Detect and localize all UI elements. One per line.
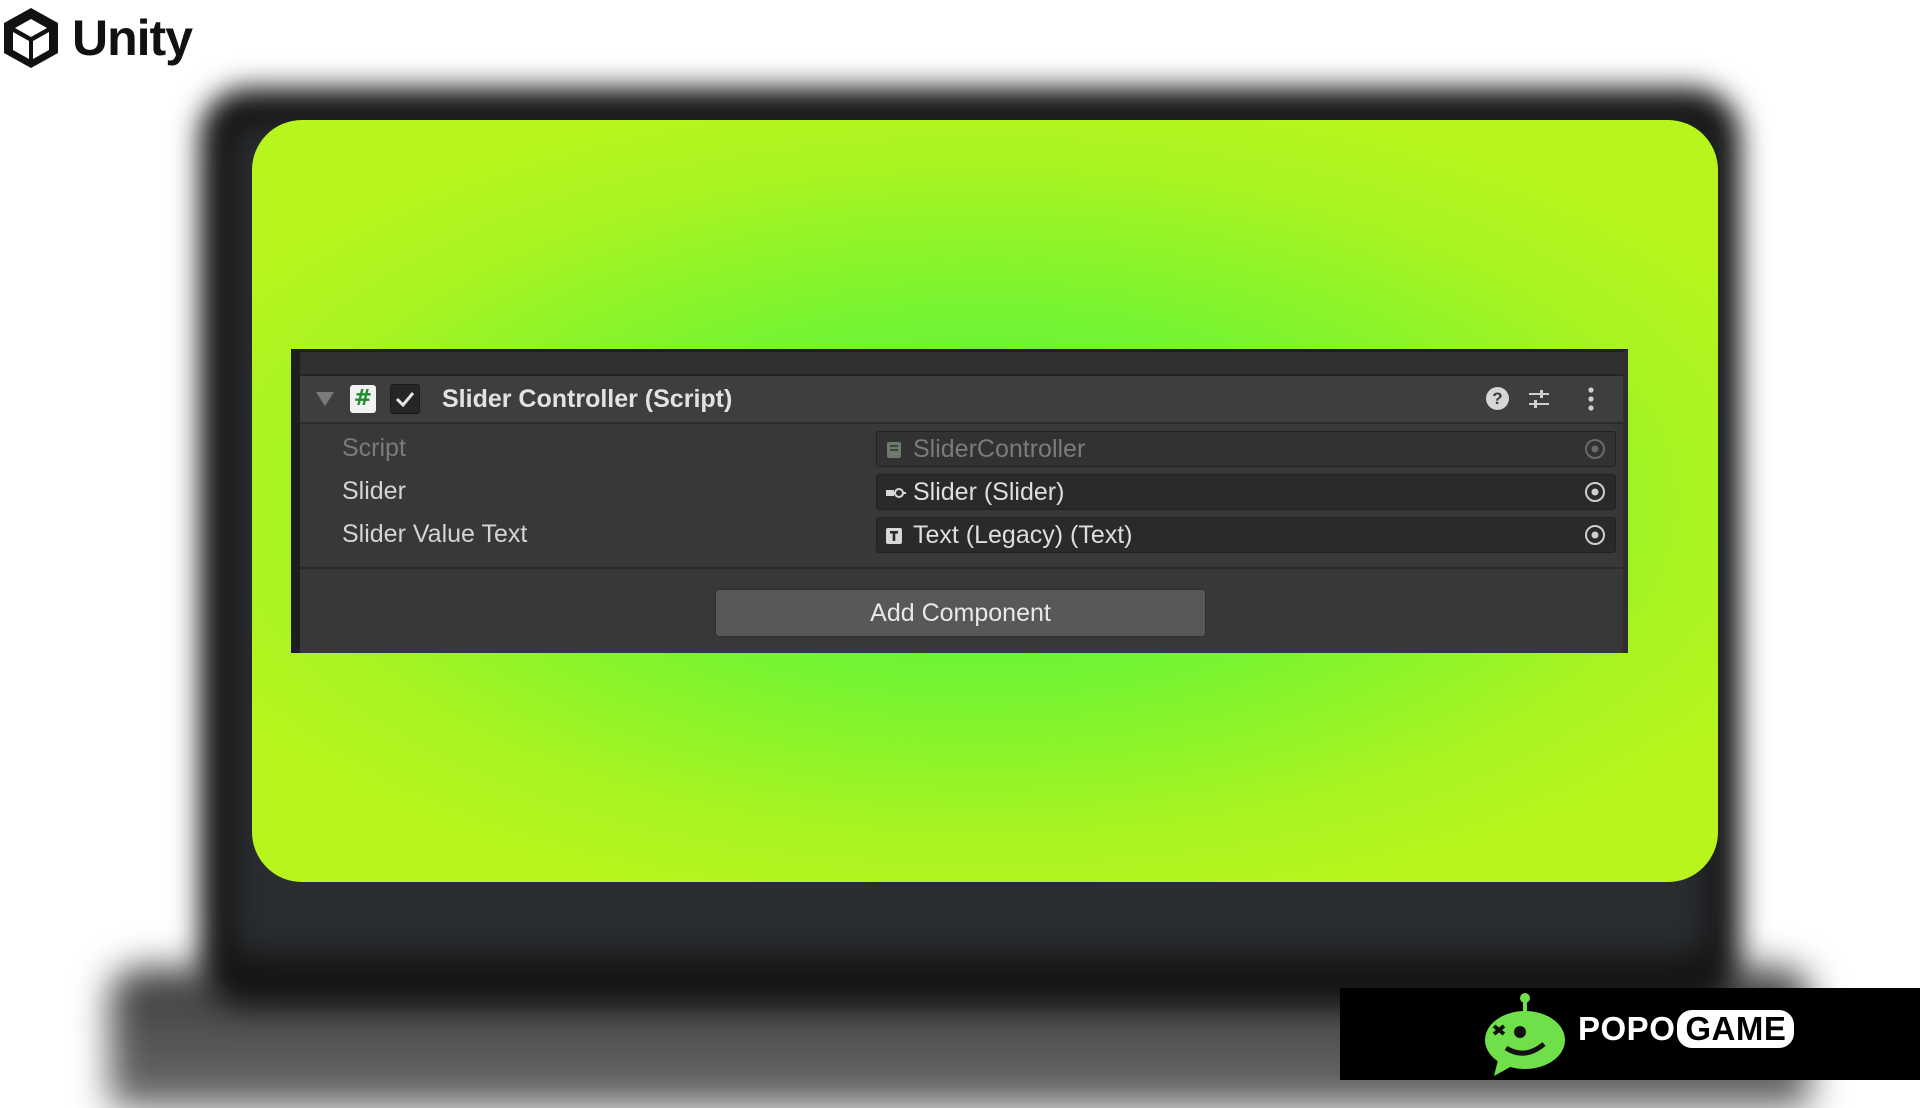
field-label: Script (342, 434, 406, 462)
object-picker-icon[interactable] (1583, 480, 1607, 504)
field-value: SliderController (913, 435, 1086, 463)
text-component-icon (886, 528, 902, 544)
add-component-button[interactable]: Add Component (715, 589, 1206, 637)
field-row-slider: Slider Slider (Slider) (300, 470, 1623, 513)
unity-logo: Unity (0, 0, 193, 76)
field-row-slider-value-text: Slider Value Text Text (Legacy) (Text) (300, 513, 1623, 556)
component-enabled-checkbox[interactable] (390, 384, 420, 414)
brand-game: GAME (1677, 1010, 1795, 1048)
field-row-script: Script SliderController (300, 427, 1623, 470)
settings-sliders-icon[interactable] (1527, 387, 1551, 411)
previous-component-strip (300, 352, 1623, 376)
popogame-watermark: POPO GAME (1340, 988, 1920, 1080)
brand-popo: POPO (1578, 1010, 1676, 1047)
object-field-script: SliderController (876, 431, 1616, 467)
more-vertical-icon[interactable] (1587, 386, 1595, 412)
unity-cube-icon (4, 8, 58, 68)
popogame-wordmark: POPO GAME (1578, 1010, 1795, 1048)
inspector-panel: # Slider Controller (Script) ? Script Sl… (291, 349, 1628, 653)
component-header[interactable]: # Slider Controller (Script) ? (300, 376, 1623, 424)
checkmark-icon (395, 392, 415, 408)
hash-icon: # (350, 385, 376, 413)
script-asset-icon (887, 442, 901, 458)
field-value: Text (Legacy) (Text) (913, 521, 1133, 549)
object-picker-icon (1585, 439, 1605, 459)
object-picker-icon[interactable] (1583, 523, 1607, 547)
help-icon[interactable]: ? (1486, 387, 1509, 410)
field-label: Slider Value Text (342, 520, 528, 548)
field-label: Slider (342, 477, 406, 505)
divider (300, 567, 1623, 569)
popogame-mascot-icon (1485, 993, 1565, 1076)
slider-icon (886, 488, 906, 498)
unity-wordmark: Unity (72, 10, 193, 66)
object-field-slider[interactable]: Slider (Slider) (876, 474, 1616, 510)
field-value: Slider (Slider) (913, 478, 1065, 506)
component-title: Slider Controller (Script) (442, 385, 733, 413)
foldout-arrow-icon[interactable] (316, 392, 334, 406)
object-field-slider-value-text[interactable]: Text (Legacy) (Text) (876, 517, 1616, 553)
